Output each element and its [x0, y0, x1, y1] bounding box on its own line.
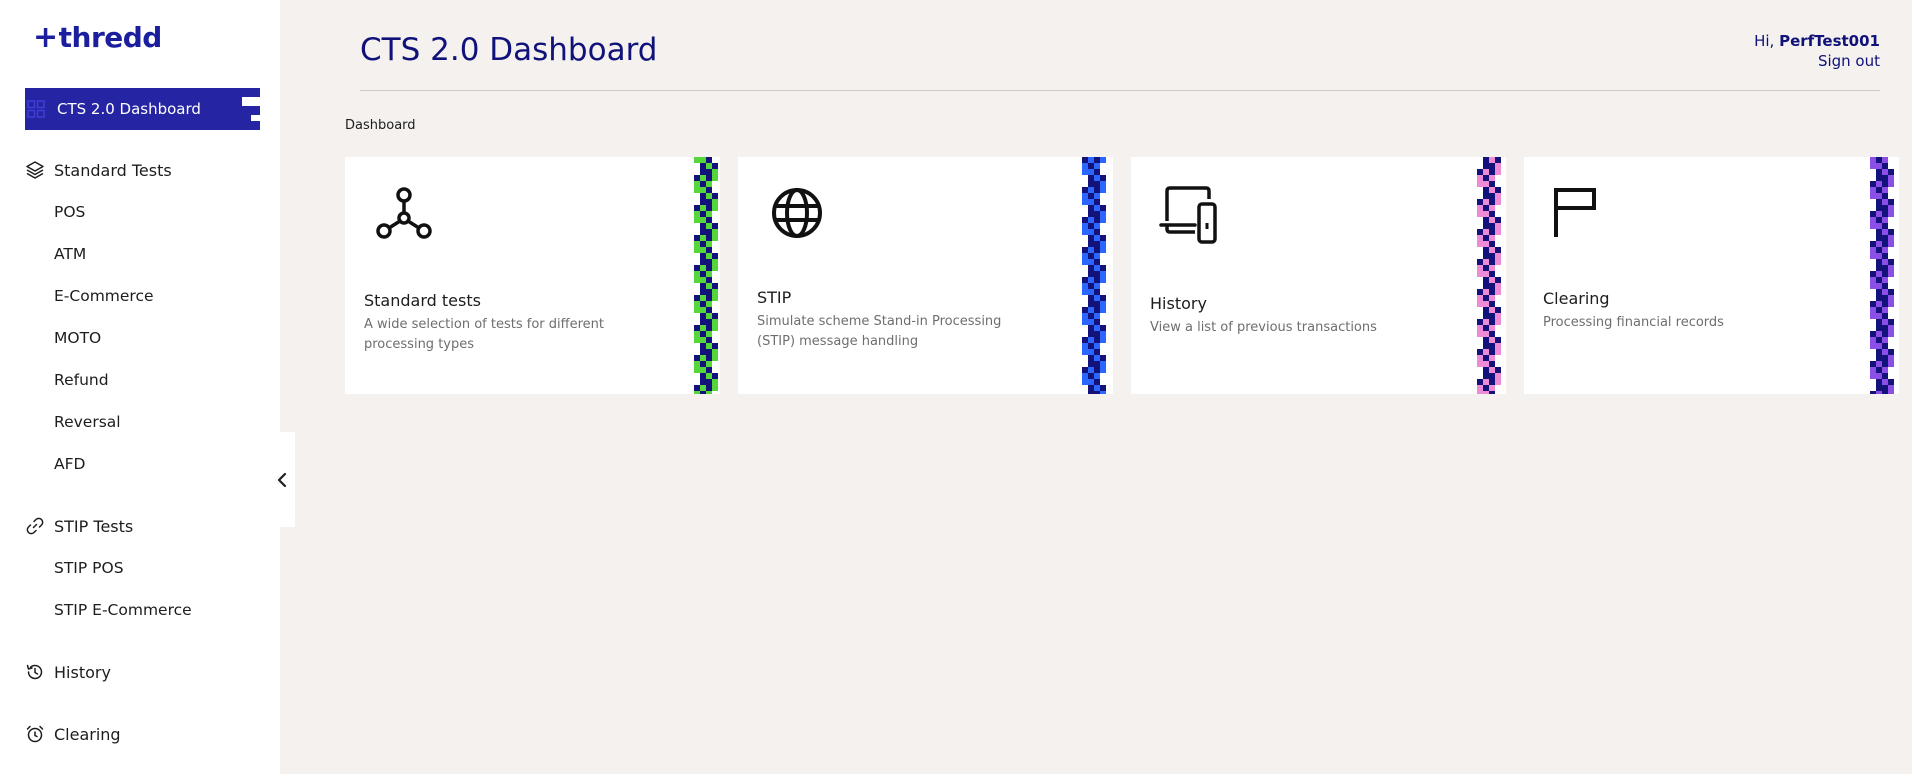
thredd-logo[interactable]: +thredd	[33, 20, 162, 55]
sidebar-item-reversal[interactable]: Reversal	[54, 413, 121, 431]
card-clearing[interactable]: Clearing Processing financial records	[1524, 157, 1899, 394]
card-title: History	[1150, 294, 1207, 313]
header-divider	[360, 90, 1880, 91]
sign-out-link[interactable]: Sign out	[1754, 51, 1880, 71]
sidebar-item-ecommerce[interactable]: E-Commerce	[54, 287, 154, 305]
sidebar-section-standard-tests[interactable]: Standard Tests	[25, 160, 172, 180]
chevron-left-icon	[277, 472, 286, 487]
card-stripe	[1477, 157, 1501, 394]
sidebar-section-clearing[interactable]: Clearing	[25, 724, 121, 744]
sidebar-item-dashboard[interactable]: CTS 2.0 Dashboard	[25, 88, 260, 130]
link-icon	[26, 517, 44, 535]
card-stripe	[1870, 157, 1894, 394]
history-icon	[26, 664, 43, 680]
card-title: Clearing	[1543, 289, 1610, 308]
card-description: Simulate scheme Stand-in Processing (STI…	[757, 314, 1002, 349]
alarm-clock-icon	[26, 725, 44, 743]
card-history[interactable]: History View a list of previous transact…	[1131, 157, 1506, 394]
user-greeting: Hi, PerfTest001	[1754, 32, 1880, 50]
sidebar-section-history[interactable]: History	[25, 662, 111, 682]
sidebar-item-pos[interactable]: POS	[54, 203, 85, 221]
flag-icon	[1554, 188, 1596, 237]
username: PerfTest001	[1779, 32, 1880, 50]
sidebar-item-stip-pos[interactable]: STIP POS	[54, 559, 124, 577]
card-stripe	[694, 157, 718, 394]
sidebar-item-stip-ecommerce[interactable]: STIP E-Commerce	[54, 601, 192, 619]
breadcrumb[interactable]: Dashboard	[345, 118, 416, 133]
nodes-icon	[376, 187, 432, 239]
sidebar-item-atm[interactable]: ATM	[54, 245, 86, 263]
devices-icon	[1159, 186, 1217, 244]
card-standard-tests[interactable]: Standard tests A wide selection of tests…	[345, 157, 720, 394]
sidebar: +thredd CTS 2.0 Dashboard Standard Tests…	[0, 0, 280, 774]
page-title: CTS 2.0 Dashboard	[360, 32, 658, 68]
user-menu: Hi, PerfTest001 Sign out	[1754, 31, 1880, 71]
sidebar-item-moto[interactable]: MOTO	[54, 329, 101, 347]
sidebar-collapse-button[interactable]	[268, 432, 295, 527]
card-description: View a list of previous transactions	[1150, 320, 1377, 335]
card-title: STIP	[757, 288, 792, 307]
sidebar-item-afd[interactable]: AFD	[54, 455, 85, 473]
globe-icon	[772, 188, 822, 238]
card-stripe	[1082, 157, 1106, 394]
sidebar-item-dashboard-label: CTS 2.0 Dashboard	[57, 100, 201, 118]
card-stip[interactable]: STIP Simulate scheme Stand-in Processing…	[738, 157, 1113, 394]
sidebar-section-stip-tests[interactable]: STIP Tests	[25, 516, 133, 536]
card-description: A wide selection of tests for different …	[364, 317, 604, 352]
sidebar-item-refund[interactable]: Refund	[54, 371, 109, 389]
layers-icon	[26, 161, 44, 179]
card-title: Standard tests	[364, 291, 481, 310]
card-description: Processing financial records	[1543, 315, 1724, 330]
grid-icon	[27, 100, 45, 118]
